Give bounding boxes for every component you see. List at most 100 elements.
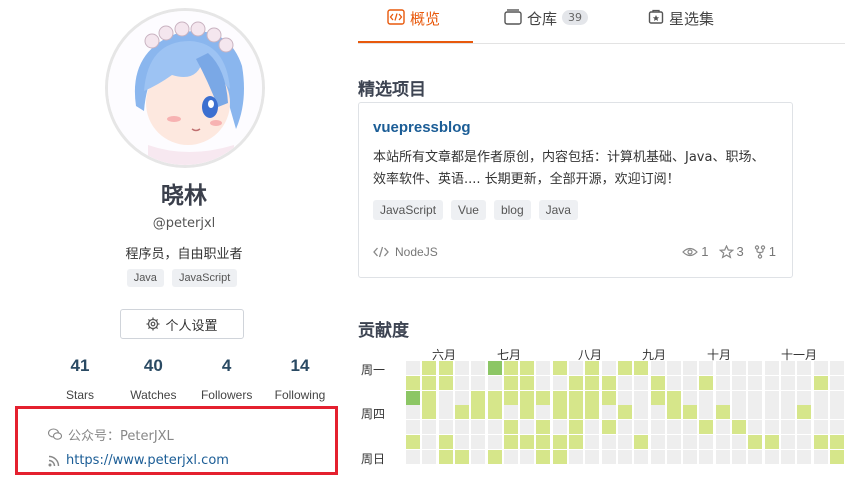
- heatmap-cell[interactable]: [536, 375, 551, 390]
- heatmap-cell[interactable]: [601, 375, 616, 390]
- heatmap-cell[interactable]: [406, 405, 420, 420]
- heatmap-cell[interactable]: [617, 405, 632, 420]
- heatmap-cell[interactable]: [780, 390, 795, 405]
- heatmap-cell[interactable]: [732, 361, 746, 375]
- heatmap-cell[interactable]: [585, 420, 600, 435]
- stat-watches[interactable]: 40 Watches: [118, 356, 188, 402]
- heatmap-cell[interactable]: [503, 449, 518, 464]
- heatmap-cell[interactable]: [780, 375, 795, 390]
- heatmap-cell[interactable]: [438, 420, 453, 435]
- website-link[interactable]: https://www.peterjxl.com: [66, 453, 229, 468]
- heatmap-cell[interactable]: [503, 375, 518, 390]
- heatmap-cell[interactable]: [585, 361, 600, 375]
- heatmap-cell[interactable]: [764, 420, 779, 435]
- heatmap-cell[interactable]: [454, 361, 469, 375]
- heatmap-cell[interactable]: [699, 405, 714, 420]
- heatmap-cell[interactable]: [732, 449, 746, 464]
- website-row[interactable]: https://www.peterjxl.com: [48, 453, 229, 468]
- heatmap-cell[interactable]: [487, 361, 502, 375]
- heatmap-cell[interactable]: [536, 449, 551, 464]
- language-tag[interactable]: JavaScript: [171, 269, 238, 287]
- heatmap-cell[interactable]: [650, 435, 665, 449]
- heatmap-cell[interactable]: [585, 390, 600, 405]
- heatmap-cell[interactable]: [634, 449, 649, 464]
- heatmap-cell[interactable]: [503, 405, 518, 420]
- heatmap-cell[interactable]: [780, 361, 795, 375]
- repo-tag[interactable]: Vue: [451, 200, 486, 220]
- heatmap-cell[interactable]: [764, 449, 779, 464]
- heatmap-cell[interactable]: [438, 449, 453, 464]
- heatmap-cell[interactable]: [829, 361, 844, 375]
- heatmap-cell[interactable]: [569, 405, 583, 420]
- repo-forks[interactable]: 1: [754, 244, 776, 259]
- heatmap-cell[interactable]: [454, 405, 469, 420]
- heatmap-cell[interactable]: [585, 435, 600, 449]
- heatmap-cell[interactable]: [617, 420, 632, 435]
- heatmap-cell[interactable]: [471, 405, 486, 420]
- heatmap-cell[interactable]: [666, 390, 681, 405]
- heatmap-cell[interactable]: [536, 405, 551, 420]
- heatmap-cell[interactable]: [634, 375, 649, 390]
- heatmap-cell[interactable]: [520, 375, 535, 390]
- heatmap-cell[interactable]: [503, 390, 518, 405]
- heatmap-cell[interactable]: [813, 361, 828, 375]
- heatmap-cell[interactable]: [666, 420, 681, 435]
- heatmap-cell[interactable]: [683, 361, 698, 375]
- heatmap-cell[interactable]: [666, 435, 681, 449]
- heatmap-cell[interactable]: [715, 435, 730, 449]
- heatmap-cell[interactable]: [617, 390, 632, 405]
- heatmap-cell[interactable]: [732, 390, 746, 405]
- heatmap-cell[interactable]: [634, 435, 649, 449]
- heatmap-cell[interactable]: [454, 375, 469, 390]
- heatmap-cell[interactable]: [438, 405, 453, 420]
- heatmap-cell[interactable]: [569, 420, 583, 435]
- heatmap-cell[interactable]: [813, 390, 828, 405]
- heatmap-cell[interactable]: [829, 375, 844, 390]
- heatmap-cell[interactable]: [536, 361, 551, 375]
- heatmap-cell[interactable]: [732, 375, 746, 390]
- heatmap-cell[interactable]: [471, 390, 486, 405]
- heatmap-cell[interactable]: [569, 361, 583, 375]
- heatmap-cell[interactable]: [748, 420, 763, 435]
- heatmap-cell[interactable]: [422, 405, 437, 420]
- heatmap-cell[interactable]: [829, 390, 844, 405]
- heatmap-cell[interactable]: [487, 405, 502, 420]
- heatmap-cell[interactable]: [813, 405, 828, 420]
- repo-tag[interactable]: Java: [538, 200, 578, 220]
- heatmap-cell[interactable]: [683, 375, 698, 390]
- heatmap-cell[interactable]: [601, 361, 616, 375]
- heatmap-cell[interactable]: [764, 405, 779, 420]
- repo-stars[interactable]: 3: [718, 244, 744, 259]
- repo-tag[interactable]: JavaScript: [373, 200, 444, 220]
- heatmap-cell[interactable]: [699, 449, 714, 464]
- stat-following[interactable]: 14 Following: [265, 356, 335, 402]
- heatmap-cell[interactable]: [829, 449, 844, 464]
- heatmap-cell[interactable]: [520, 405, 535, 420]
- heatmap-cell[interactable]: [666, 375, 681, 390]
- heatmap-cell[interactable]: [748, 361, 763, 375]
- heatmap-cell[interactable]: [406, 435, 420, 449]
- heatmap-cell[interactable]: [422, 435, 437, 449]
- heatmap-cell[interactable]: [422, 420, 437, 435]
- heatmap-cell[interactable]: [487, 390, 502, 405]
- heatmap-cell[interactable]: [715, 361, 730, 375]
- heatmap-cell[interactable]: [585, 405, 600, 420]
- heatmap-cell[interactable]: [829, 420, 844, 435]
- heatmap-cell[interactable]: [699, 361, 714, 375]
- heatmap-cell[interactable]: [585, 375, 600, 390]
- heatmap-cell[interactable]: [764, 435, 779, 449]
- tab-star-collection[interactable]: 星选集: [648, 8, 714, 43]
- heatmap-cell[interactable]: [552, 435, 567, 449]
- heatmap-cell[interactable]: [797, 449, 812, 464]
- heatmap-cell[interactable]: [797, 375, 812, 390]
- heatmap-cell[interactable]: [683, 435, 698, 449]
- heatmap-cell[interactable]: [683, 420, 698, 435]
- heatmap-cell[interactable]: [454, 420, 469, 435]
- heatmap-cell[interactable]: [683, 405, 698, 420]
- heatmap-cell[interactable]: [634, 361, 649, 375]
- heatmap-cell[interactable]: [520, 361, 535, 375]
- heatmap-cell[interactable]: [406, 390, 420, 405]
- avatar[interactable]: [105, 8, 265, 168]
- heatmap-cell[interactable]: [683, 390, 698, 405]
- repo-watches[interactable]: 1: [682, 244, 709, 259]
